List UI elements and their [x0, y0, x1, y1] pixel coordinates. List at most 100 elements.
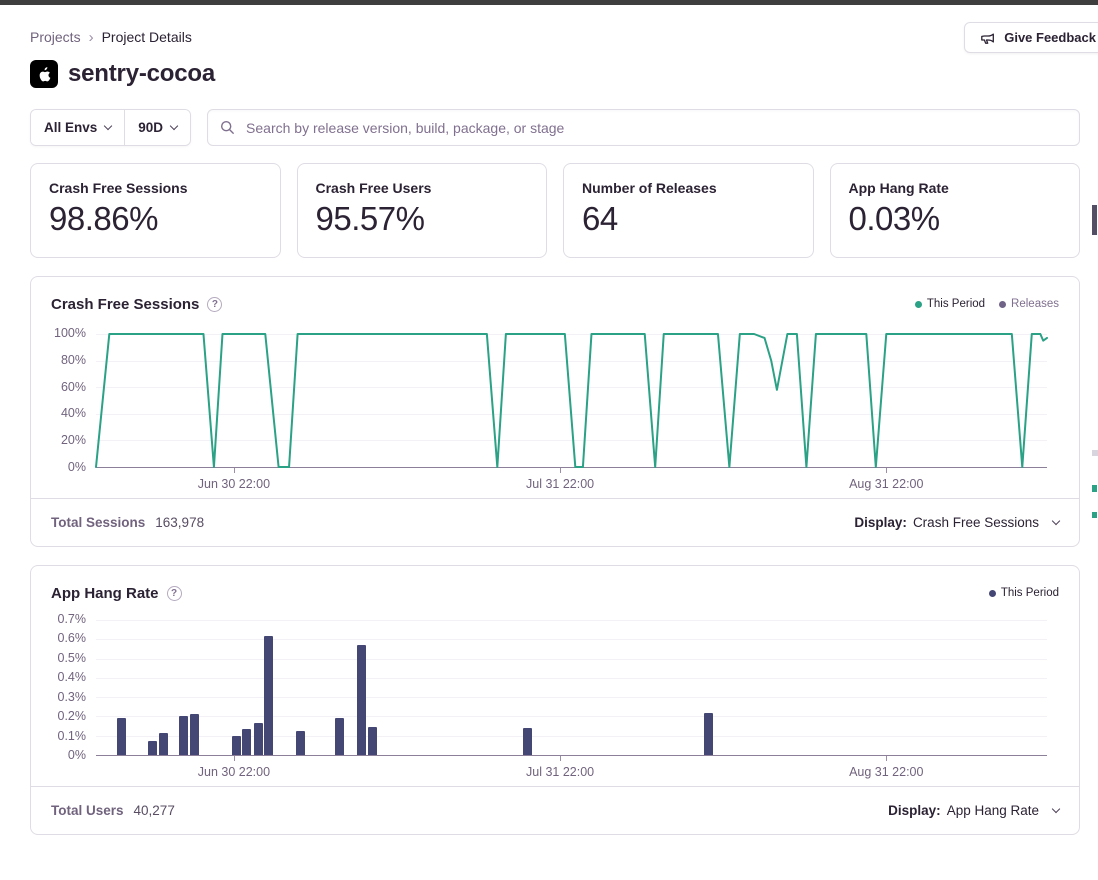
total-users-label: Total Users	[51, 803, 124, 818]
breadcrumb-projects-link[interactable]: Projects	[30, 29, 81, 45]
x-tick-mark	[234, 468, 235, 473]
app-hang-rate-chart[interactable]	[96, 620, 1047, 756]
bar-series-item[interactable]	[242, 729, 251, 755]
stat-card-label: Number of Releases	[582, 180, 795, 196]
legend-item[interactable]: This Period	[915, 298, 985, 310]
y-tick-label: 20%	[61, 433, 86, 447]
y-tick-label: 0.7%	[58, 612, 87, 626]
bar-series-item[interactable]	[148, 741, 157, 755]
breadcrumb-separator-icon: ›	[89, 30, 94, 45]
legend-item[interactable]: Releases	[999, 298, 1059, 310]
clipped-right-content	[1092, 485, 1097, 492]
display-value: App Hang Rate	[947, 803, 1039, 818]
bar-series-item[interactable]	[264, 636, 273, 755]
y-tick-label: 0.2%	[58, 709, 87, 723]
y-tick-label: 0.5%	[58, 651, 87, 665]
legend-dot-icon	[989, 590, 996, 597]
chevron-down-icon	[170, 121, 178, 129]
bar-series-item[interactable]	[232, 736, 241, 755]
bar-series-item[interactable]	[368, 727, 377, 755]
bar-series-item[interactable]	[254, 723, 263, 755]
bar-series-item[interactable]	[159, 733, 168, 755]
total-sessions-label: Total Sessions	[51, 515, 145, 530]
chart-area: 0.7%0.6%0.5%0.4%0.3%0.2%0.1%0%	[31, 620, 1047, 756]
x-tick-label: Jul 31 22:00	[526, 477, 594, 491]
gridline	[96, 639, 1047, 640]
chevron-down-icon	[104, 121, 112, 129]
x-tick-label: Aug 31 22:00	[849, 477, 923, 491]
date-range-selector[interactable]: 90D	[124, 110, 190, 145]
y-axis-labels: 100%80%60%40%20%0%	[31, 334, 96, 468]
display-metric-selector[interactable]: Display: App Hang Rate	[888, 803, 1059, 818]
stat-card-label: App Hang Rate	[849, 180, 1062, 196]
bar-series-item[interactable]	[357, 645, 366, 755]
panel-header: Crash Free Sessions ? This PeriodRelease…	[31, 277, 1079, 315]
stat-card-number-of-releases: Number of Releases 64	[563, 163, 814, 258]
legend-dot-icon	[999, 301, 1006, 308]
breadcrumb-current-page: Project Details	[102, 29, 192, 45]
chevron-down-icon	[1052, 804, 1060, 812]
bar-series-item[interactable]	[523, 728, 532, 755]
bar-series-item[interactable]	[117, 718, 126, 755]
page-title: sentry-cocoa	[68, 60, 215, 88]
search-input[interactable]	[244, 119, 1067, 137]
y-tick-label: 80%	[61, 353, 86, 367]
gridline	[96, 620, 1047, 621]
y-tick-label: 60%	[61, 380, 86, 394]
stat-cards-row: Crash Free Sessions 98.86% Crash Free Us…	[30, 163, 1080, 258]
bar-series-item[interactable]	[296, 731, 305, 755]
legend-label: This Period	[1001, 587, 1059, 599]
chevron-down-icon	[1052, 516, 1060, 524]
chart-area: 100%80%60%40%20%0%	[31, 334, 1047, 468]
x-tick-label: Jun 30 22:00	[198, 765, 270, 779]
x-tick-mark	[886, 468, 887, 473]
chart-legend: This Period Releases	[915, 298, 1059, 310]
bar-series-item[interactable]	[335, 718, 344, 755]
date-range-selector-label: 90D	[138, 120, 163, 135]
release-search-box	[207, 109, 1080, 146]
legend-item[interactable]: This Period	[989, 587, 1059, 599]
stat-card-value: 95.57%	[316, 200, 529, 238]
line-series	[96, 334, 1047, 467]
gridline	[96, 678, 1047, 679]
apple-platform-icon	[30, 60, 58, 88]
environment-selector[interactable]: All Envs	[31, 110, 124, 145]
clipped-right-content	[1092, 512, 1097, 518]
y-tick-label: 0.4%	[58, 670, 87, 684]
display-metric-selector[interactable]: Display: Crash Free Sessions	[854, 515, 1059, 530]
stat-card-value: 98.86%	[49, 200, 262, 238]
breadcrumb: Projects › Project Details	[30, 29, 1080, 45]
clipped-right-content	[1092, 205, 1097, 235]
x-tick-mark	[560, 756, 561, 761]
filter-bar: All Envs 90D	[30, 109, 1080, 146]
question-circle-icon[interactable]: ?	[207, 297, 222, 312]
x-tick-label: Jul 31 22:00	[526, 765, 594, 779]
app-hang-rate-panel: App Hang Rate ? This Period 0.7% 0.6% 0.5%…	[30, 565, 1080, 835]
x-tick-mark	[234, 756, 235, 761]
y-tick-label: 0%	[68, 460, 86, 474]
y-tick-label: 0.6%	[58, 631, 87, 645]
clipped-right-content	[1092, 450, 1098, 456]
stat-card-label: Crash Free Sessions	[49, 180, 262, 196]
stat-card-value: 0.03%	[849, 200, 1062, 238]
gridline	[96, 697, 1047, 698]
stat-card-label: Crash Free Users	[316, 180, 529, 196]
panel-footer: Total Users 40,277 Display: App Hang Rat…	[31, 786, 1079, 834]
total-sessions-value: 163,978	[155, 515, 204, 530]
bar-series-item[interactable]	[190, 714, 199, 755]
crash-free-sessions-chart[interactable]	[96, 334, 1047, 468]
environment-selector-label: All Envs	[44, 120, 97, 135]
x-tick-mark	[886, 756, 887, 761]
bar-series-item[interactable]	[704, 713, 713, 755]
stat-card-crash-free-sessions: Crash Free Sessions 98.86%	[30, 163, 281, 258]
project-title-row: sentry-cocoa	[30, 60, 1080, 88]
bar-series-item[interactable]	[179, 716, 188, 755]
stat-card-value: 64	[582, 200, 795, 238]
display-value: Crash Free Sessions	[913, 515, 1039, 530]
x-tick-label: Aug 31 22:00	[849, 765, 923, 779]
legend-dot-icon	[915, 301, 922, 308]
crash-free-sessions-panel: Crash Free Sessions ? This Period Release…	[30, 276, 1080, 547]
filter-pill-group: All Envs 90D	[30, 109, 191, 146]
question-circle-icon[interactable]: ?	[167, 586, 182, 601]
panel-footer: Total Sessions 163,978 Display: Crash Fr…	[31, 498, 1079, 546]
